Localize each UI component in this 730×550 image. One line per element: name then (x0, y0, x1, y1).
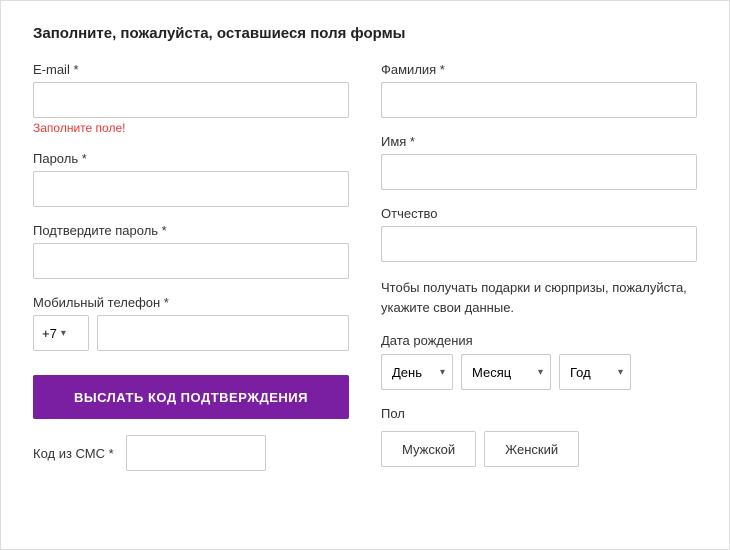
patronymic-label: Отчество (381, 206, 697, 221)
firstname-label: Имя * (381, 134, 697, 149)
sms-label: Код из СМС * (33, 446, 114, 461)
confirm-password-input[interactable] (33, 243, 349, 279)
gender-label: Пол (381, 406, 697, 421)
password-label: Пароль * (33, 151, 349, 166)
form-title: Заполните, пожалуйста, оставшиеся поля ф… (33, 25, 697, 42)
email-field-group: E-mail * Заполните поле! (33, 62, 349, 135)
firstname-input[interactable] (381, 154, 697, 190)
birthdate-label: Дата рождения (381, 333, 697, 348)
gift-text: Чтобы получать подарки и сюрпризы, пожал… (381, 278, 697, 317)
gender-field-group: Пол Мужской Женский (381, 406, 697, 467)
sms-row: Код из СМС * (33, 435, 349, 471)
confirm-password-field-group: Подтвердите пароль * (33, 223, 349, 279)
day-wrapper: День ▾ (381, 354, 453, 390)
form-container: Заполните, пожалуйста, оставшиеся поля ф… (0, 0, 730, 550)
confirm-password-label: Подтвердите пароль * (33, 223, 349, 238)
phone-row: +7 ▾ (33, 315, 349, 351)
gender-male-button[interactable]: Мужской (381, 431, 476, 467)
password-field-group: Пароль * (33, 151, 349, 207)
lastname-field-group: Фамилия * (381, 62, 697, 118)
day-select[interactable]: День (381, 354, 453, 390)
lastname-input[interactable] (381, 82, 697, 118)
phone-prefix-value: +7 (42, 326, 57, 341)
gender-row: Мужской Женский (381, 431, 697, 467)
password-input[interactable] (33, 171, 349, 207)
left-column: E-mail * Заполните поле! Пароль * Подтве… (33, 62, 349, 483)
phone-prefix-chevron-icon: ▾ (61, 328, 66, 339)
lastname-label: Фамилия * (381, 62, 697, 77)
phone-label: Мобильный телефон * (33, 295, 349, 310)
birthdate-row: День ▾ Месяц ▾ Год ▾ (381, 354, 697, 390)
right-column: Фамилия * Имя * Отчество Чтобы получать … (381, 62, 697, 483)
phone-field-group: Мобильный телефон * +7 ▾ (33, 295, 349, 351)
phone-number-input[interactable] (97, 315, 349, 351)
firstname-field-group: Имя * (381, 134, 697, 190)
month-wrapper: Месяц ▾ (461, 354, 551, 390)
form-layout: E-mail * Заполните поле! Пароль * Подтве… (33, 62, 697, 483)
gift-text-group: Чтобы получать подарки и сюрпризы, пожал… (381, 278, 697, 317)
sms-code-input[interactable] (126, 435, 266, 471)
gender-female-button[interactable]: Женский (484, 431, 579, 467)
phone-prefix-selector[interactable]: +7 ▾ (33, 315, 89, 351)
patronymic-field-group: Отчество (381, 206, 697, 262)
patronymic-input[interactable] (381, 226, 697, 262)
month-select[interactable]: Месяц (461, 354, 551, 390)
email-label: E-mail * (33, 62, 349, 77)
birthdate-field-group: Дата рождения День ▾ Месяц ▾ (381, 333, 697, 390)
email-input[interactable] (33, 82, 349, 118)
email-error: Заполните поле! (33, 121, 349, 135)
year-wrapper: Год ▾ (559, 354, 631, 390)
year-select[interactable]: Год (559, 354, 631, 390)
send-code-button[interactable]: ВЫСЛАТЬ КОД ПОДТВЕРЖДЕНИЯ (33, 375, 349, 419)
